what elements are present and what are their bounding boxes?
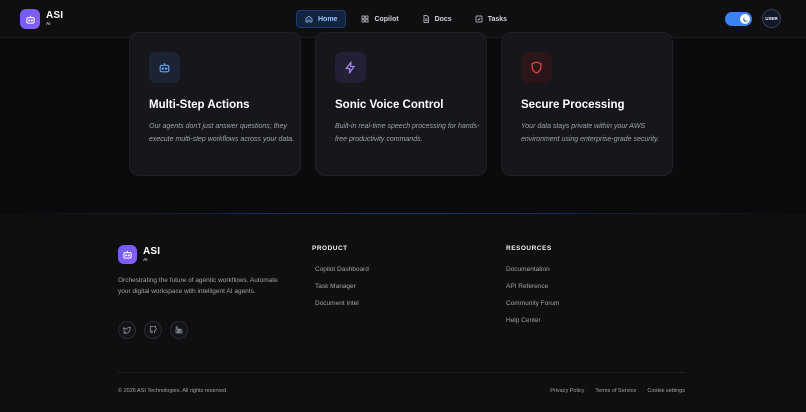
- copyright-text: © 2026 ASI Technologies. All rights rese…: [118, 388, 228, 394]
- main-nav: Home Copilot Docs Tasks: [296, 10, 515, 28]
- nav-docs[interactable]: Docs: [414, 10, 460, 28]
- privacy-policy-link[interactable]: Privacy Policy: [550, 388, 584, 394]
- footer-link-task-manager[interactable]: Task Manager: [315, 283, 369, 300]
- social-links: [118, 321, 188, 339]
- card-title: Sonic Voice Control: [335, 99, 444, 111]
- card-title: Multi-Step Actions: [149, 99, 250, 111]
- legal-links: Privacy Policy Terms of Service Cookie s…: [550, 388, 685, 394]
- footer-link-help-center[interactable]: Help Center: [506, 317, 559, 334]
- card-description: Our agents don't just answer questions; …: [149, 123, 295, 143]
- nav-home[interactable]: Home: [296, 10, 347, 28]
- checkbox-icon: [475, 15, 483, 23]
- moon-icon: [740, 14, 750, 24]
- document-icon: [423, 15, 429, 23]
- footer-link-documentation[interactable]: Documentation: [506, 266, 559, 283]
- footer-brand[interactable]: ASI AI: [118, 245, 160, 264]
- footer-link-api-reference[interactable]: API Reference: [506, 283, 559, 300]
- twitter-icon: [123, 326, 131, 334]
- lightning-icon: [335, 52, 366, 83]
- feature-card-secure: Secure Processing Your data stays privat…: [501, 32, 673, 176]
- site-footer: ASI AI Orchestrating the future of agent…: [0, 214, 806, 412]
- footer-brand-subtitle: AI: [143, 256, 148, 262]
- theme-toggle[interactable]: [725, 12, 752, 26]
- nav-copilot[interactable]: Copilot: [353, 10, 406, 28]
- home-icon: [305, 15, 313, 23]
- brand-logo[interactable]: ASI AI: [20, 9, 63, 29]
- resources-heading: RESOURCES: [506, 245, 552, 252]
- twitter-link[interactable]: [118, 321, 136, 339]
- nav-tasks-label: Tasks: [487, 15, 508, 23]
- footer-resources-column: RESOURCES Documentation API Reference Co…: [506, 245, 559, 334]
- linkedin-icon: [175, 326, 183, 334]
- nav-tasks[interactable]: Tasks: [467, 10, 515, 28]
- footer-link-community-forum[interactable]: Community Forum: [506, 300, 559, 317]
- nav-docs-label: Docs: [434, 15, 452, 23]
- footer-link-document-intel[interactable]: Document Intel: [315, 300, 369, 317]
- robot-icon: [149, 52, 180, 83]
- shield-icon: [521, 52, 552, 83]
- brand-name: ASI: [46, 10, 64, 22]
- footer-product-column: PRODUCT Copilot Dashboard Task Manager D…: [312, 245, 369, 317]
- linkedin-link[interactable]: [170, 321, 188, 339]
- card-description: Your data stays private within your AWS …: [521, 123, 659, 143]
- footer-brand-name: ASI: [143, 245, 161, 257]
- footer-separator: [118, 372, 685, 373]
- robot-logo-icon: [118, 245, 137, 264]
- product-heading: PRODUCT: [312, 245, 348, 252]
- card-description: Built-in real-time speech processing for…: [335, 123, 480, 143]
- feature-card-multi-step: Multi-Step Actions Our agents don't just…: [129, 32, 301, 176]
- user-avatar[interactable]: USER: [762, 9, 781, 28]
- footer-description: Orchestrating the future of agentic work…: [118, 277, 278, 295]
- github-link[interactable]: [144, 321, 162, 339]
- brand-subtitle: AI: [46, 21, 51, 27]
- nav-copilot-label: Copilot: [374, 15, 399, 23]
- robot-logo-icon: [20, 9, 40, 29]
- nav-home-label: Home: [318, 15, 338, 23]
- github-icon: [149, 326, 157, 334]
- terms-of-service-link[interactable]: Terms of Service: [595, 388, 636, 394]
- footer-link-copilot-dashboard[interactable]: Copilot Dashboard: [315, 266, 369, 283]
- grid-icon: [362, 15, 369, 23]
- feature-card-voice: Sonic Voice Control Built-in real-time s…: [315, 32, 487, 176]
- cookie-settings-link[interactable]: Cookie settings: [647, 388, 685, 394]
- card-title: Secure Processing: [521, 99, 625, 111]
